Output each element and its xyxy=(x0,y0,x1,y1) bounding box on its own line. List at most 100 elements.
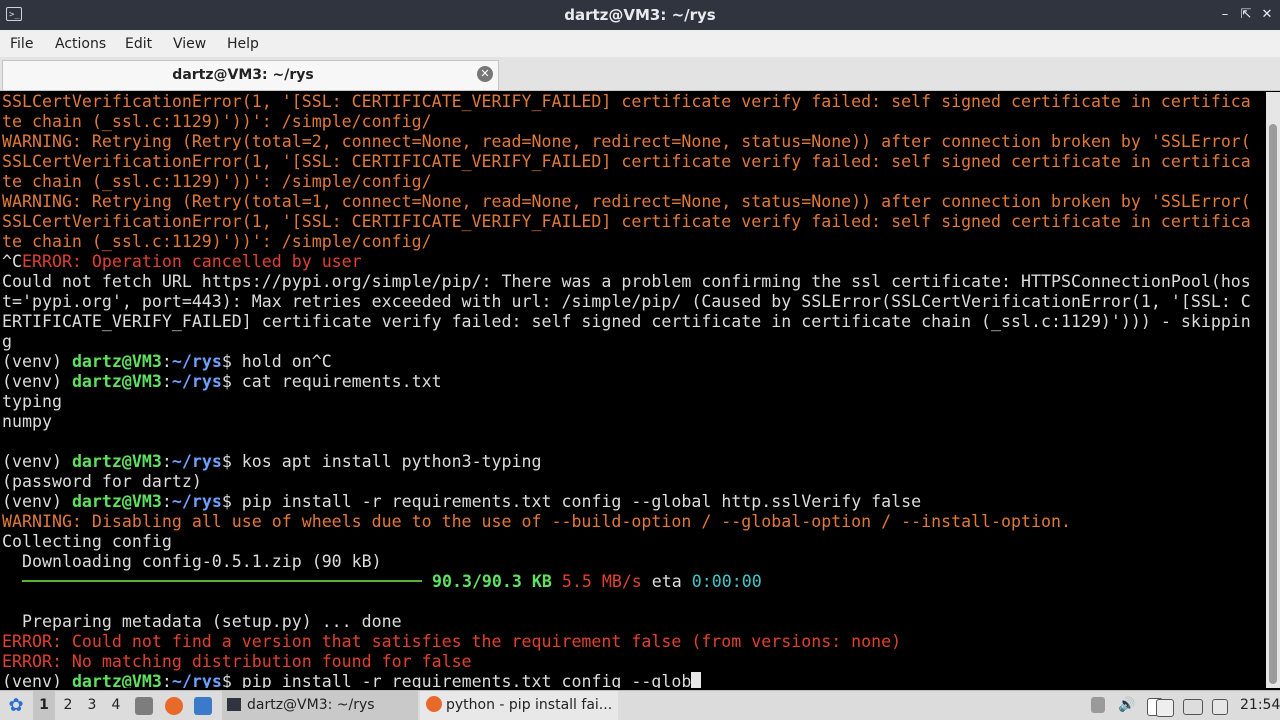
terminal-text-segment: dartz@VM3 xyxy=(71,492,162,511)
terminal-line: WARNING: Retrying (Retry(total=1, connec… xyxy=(2,192,1251,212)
terminal-text-segment: $ kos apt install python3-typing xyxy=(221,452,542,471)
terminal-text-segment: 0:00:00 xyxy=(691,572,762,591)
terminal-text-segment: Could not fetch URL https://pypi.org/sim… xyxy=(2,272,1251,291)
terminal-text-segment: : xyxy=(161,492,172,511)
start-menu-icon[interactable]: ✿ xyxy=(4,691,28,720)
menu-view[interactable]: View xyxy=(173,35,206,53)
terminal-line: te chain (_ssl.c:1129)'))': /simple/conf… xyxy=(2,172,432,192)
terminal-line: SSLCertVerificationError(1, '[SSL: CERTI… xyxy=(2,92,1251,112)
terminal-text-segment: $ pip install -r requirements.txt config… xyxy=(221,672,692,688)
terminal-text-segment: (venv) xyxy=(2,372,72,391)
menu-bar: File Actions Edit View Help xyxy=(0,30,1280,57)
terminal-text-segment: WARNING: Disabling all use of wheels due… xyxy=(2,512,1071,531)
display-icon[interactable] xyxy=(1183,699,1203,715)
terminal-text-segment: (venv) xyxy=(2,452,72,471)
terminal-text-segment: 90.3/90.3 KB xyxy=(431,572,552,591)
terminal-line: ^CERROR: Operation cancelled by user xyxy=(2,252,362,272)
close-window-button[interactable]: ✕ xyxy=(1258,6,1276,24)
maximize-button[interactable]: ⇱ xyxy=(1237,6,1255,24)
terminal-line: typing xyxy=(2,392,62,412)
terminal-text-segment: ~/rys xyxy=(171,492,222,511)
close-tab-icon[interactable]: ✕ xyxy=(477,66,493,82)
terminal-line: (venv) dartz@VM3:~/rys$ cat requirements… xyxy=(2,372,442,392)
terminal-line: WARNING: Disabling all use of wheels due… xyxy=(2,512,1071,532)
terminal-text-segment: te chain (_ssl.c:1129)'))': /simple/conf… xyxy=(2,112,432,131)
terminal-line: Downloading config-0.5.1.zip (90 kB) xyxy=(2,552,382,572)
workspace-4[interactable]: 4 xyxy=(105,691,127,720)
terminal-text-segment: $ pip install -r requirements.txt config… xyxy=(221,492,922,511)
terminal-tab[interactable]: dartz@VM3: ~/rys ✕ xyxy=(2,60,499,90)
terminal-text-segment: (password for dartz) xyxy=(2,472,202,491)
terminal-text-segment: dartz@VM3 xyxy=(71,352,162,371)
terminal-line: te chain (_ssl.c:1129)'))': /simple/conf… xyxy=(2,112,432,132)
terminal-text-segment: numpy xyxy=(2,412,52,431)
terminal-text-segment: dartz@VM3 xyxy=(71,452,162,471)
terminal-text-segment: te chain (_ssl.c:1129)'))': /simple/conf… xyxy=(2,172,432,191)
terminal-text-segment: SSLCertVerificationError(1, '[SSL: CERTI… xyxy=(2,152,1251,171)
terminal-text-segment: WARNING: Retrying (Retry(total=1, connec… xyxy=(2,192,1251,211)
workspace-3[interactable]: 3 xyxy=(81,691,103,720)
terminal-text-segment: ERTIFICATE_VERIFY_FAILED] certificate ve… xyxy=(2,312,1251,331)
terminal-icon xyxy=(227,698,241,711)
terminal-line: g xyxy=(2,332,12,352)
terminal-text-segment: Preparing metadata (setup.py) ... done xyxy=(2,612,402,631)
show-desktop-icon[interactable] xyxy=(194,697,212,715)
menu-edit[interactable]: Edit xyxy=(125,35,152,53)
terminal-line: SSLCertVerificationError(1, '[SSL: CERTI… xyxy=(2,152,1251,172)
task-firefox[interactable]: python - pip install fai... xyxy=(420,691,618,720)
terminal-text-segment: ERROR: Operation cancelled by user xyxy=(21,252,362,271)
terminal-text-segment: g xyxy=(2,332,12,351)
terminal-line: Collecting config xyxy=(2,532,172,552)
terminal-text-segment: eta xyxy=(641,572,692,591)
terminal-line: SSLCertVerificationError(1, '[SSL: CERTI… xyxy=(2,212,1251,232)
tab-bar: dartz@VM3: ~/rys ✕ xyxy=(0,57,1280,91)
terminal-output[interactable]: SSLCertVerificationError(1, '[SSL: CERTI… xyxy=(0,92,1266,688)
file-manager-icon[interactable] xyxy=(135,697,153,715)
terminal-scrollbar[interactable] xyxy=(1266,92,1280,688)
terminal-text-segment: ~/rys xyxy=(171,372,222,391)
terminal-line: Could not fetch URL https://pypi.org/sim… xyxy=(2,272,1251,292)
terminal-line: Preparing metadata (setup.py) ... done xyxy=(2,612,402,632)
terminal-text-segment: SSLCertVerificationError(1, '[SSL: CERTI… xyxy=(2,92,1251,111)
terminal-text-segment: ERROR: Could not find a version that sat… xyxy=(2,632,902,651)
terminal-line: ERROR: No matching distribution found fo… xyxy=(2,652,472,672)
terminal-text-segment: : xyxy=(161,352,172,371)
firefox-icon[interactable] xyxy=(165,697,183,715)
window-title: dartz@VM3: ~/rys xyxy=(564,6,716,24)
workspace-1[interactable]: 1 xyxy=(33,691,55,720)
workspace-2[interactable]: 2 xyxy=(57,691,79,720)
terminal-text-segment: ~/rys xyxy=(171,672,222,688)
terminal-text-segment: WARNING: Retrying (Retry(total=2, connec… xyxy=(2,132,1251,151)
network-icon[interactable] xyxy=(1212,699,1228,715)
minimize-button[interactable]: – xyxy=(1216,6,1234,24)
terminal-line: (password for dartz) xyxy=(2,472,202,492)
terminal-text-segment: ~/rys xyxy=(171,452,222,471)
terminal-text-segment: t='pypi.org', port=443): Max retries exc… xyxy=(2,292,1251,311)
text-cursor xyxy=(691,672,702,688)
terminal-text-segment: : xyxy=(161,672,172,688)
terminal-line: (venv) dartz@VM3:~/rys$ kos apt install … xyxy=(2,452,542,472)
menu-file[interactable]: File xyxy=(10,35,33,53)
terminal-line: numpy xyxy=(2,412,52,432)
window-titlebar[interactable]: >_ dartz@VM3: ~/rys – ⇱ ✕ xyxy=(0,0,1280,30)
terminal-line: t='pypi.org', port=443): Max retries exc… xyxy=(2,292,1251,312)
terminal-text-segment: $ hold on^C xyxy=(221,352,332,371)
terminal-text-segment: dartz@VM3 xyxy=(71,372,162,391)
menu-help[interactable]: Help xyxy=(227,35,259,53)
terminal-line: WARNING: Retrying (Retry(total=2, connec… xyxy=(2,132,1251,152)
terminal-text-segment: (venv) xyxy=(2,492,72,511)
terminal-line: (venv) dartz@VM3:~/rys$ pip install -r r… xyxy=(2,672,702,688)
task-terminal[interactable]: dartz@VM3: ~/rys xyxy=(222,691,418,720)
scrollbar-thumb[interactable] xyxy=(1269,124,1277,684)
download-progress-bar xyxy=(21,580,422,582)
tray-up-icon[interactable] xyxy=(1091,697,1105,713)
terminal-line: 90.3/90.3 KB 5.5 MB/s eta 0:00:00 xyxy=(2,572,762,592)
volume-icon[interactable]: 🔊 xyxy=(1118,691,1136,720)
terminal-text-segment: Collecting config xyxy=(2,532,172,551)
clock[interactable]: 21:54 xyxy=(1240,691,1280,720)
terminal-text-segment: ~/rys xyxy=(171,352,222,371)
menu-actions[interactable]: Actions xyxy=(55,35,106,53)
terminal-text-segment: (venv) xyxy=(2,672,72,688)
notes-icon[interactable] xyxy=(1156,699,1174,717)
